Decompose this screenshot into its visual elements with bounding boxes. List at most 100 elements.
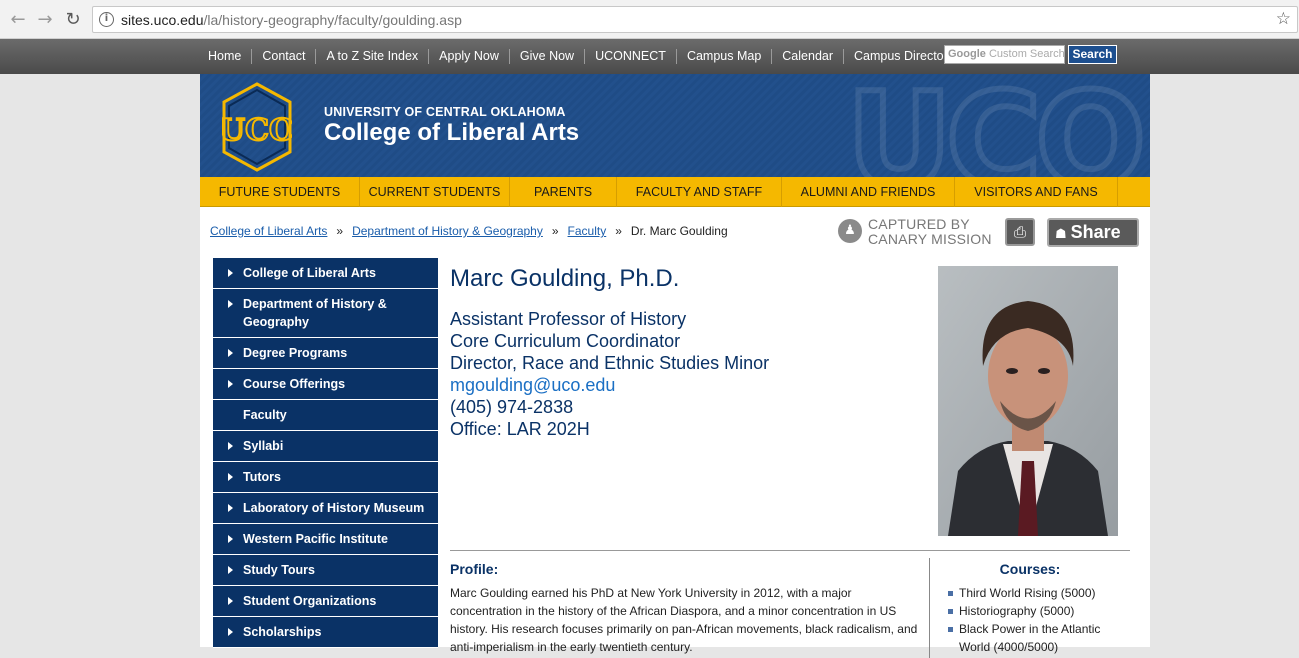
sidebar-item-faculty[interactable]: Faculty (213, 400, 438, 431)
topnav-link-uconnect[interactable]: UCONNECT (585, 49, 677, 64)
chevron-right-icon (228, 628, 233, 636)
office-location: Office: LAR 202H (450, 419, 590, 439)
courses-list: Third World Rising (5000) Historiography … (948, 584, 1128, 656)
faculty-details: Assistant Professor of History Core Curr… (450, 308, 769, 440)
menu-visitors-and-fans[interactable]: VISITORS AND FANS (955, 177, 1118, 207)
info-icon[interactable]: i (99, 12, 114, 27)
url-text[interactable]: sites.uco.edu/la/history-geography/facul… (121, 12, 462, 28)
url-host: sites.uco.edu (121, 12, 204, 28)
sidebar-item-student-organizations[interactable]: Student Organizations (213, 586, 438, 617)
forward-arrow-icon[interactable]: → (35, 10, 55, 30)
audience-menu: FUTURE STUDENTS CURRENT STUDENTS PARENTS FA… (200, 177, 1150, 207)
chevron-right-icon (228, 380, 233, 388)
breadcrumb-link[interactable]: Department of History & Geography (352, 224, 543, 238)
site-search-input[interactable]: Google Custom Search (944, 45, 1065, 64)
people-icon: ☗ (1055, 227, 1067, 242)
sidebar-item-tutors[interactable]: Tutors (213, 462, 438, 493)
breadcrumb: College of Liberal Arts » Department of Hi… (210, 224, 728, 238)
search-button[interactable]: Search (1068, 45, 1117, 64)
faculty-photo (938, 266, 1118, 536)
canary-mission-badge: ♟ CAPTURED BY CANARY MISSION (838, 216, 993, 247)
search-placeholder: Custom Search (988, 48, 1065, 60)
sidebar-item-laboratory-of-history-museum[interactable]: Laboratory of History Museum (213, 493, 438, 524)
chevron-right-icon (228, 566, 233, 574)
sidebar-item-label: Western Pacific Institute (243, 532, 388, 546)
utility-nav: Home Contact A to Z Site Index Apply Now Giv… (198, 39, 964, 74)
chevron-right-icon (228, 504, 233, 512)
breadcrumb-separator: » (336, 224, 344, 238)
sidebar-item-label: Degree Programs (243, 346, 348, 360)
google-brand: Google (948, 48, 986, 60)
chevron-right-icon (228, 597, 233, 605)
sidebar-item-label: Course Offerings (243, 377, 346, 391)
sidebar-item-label: Scholarships (243, 625, 322, 639)
bookmark-star-icon[interactable]: ☆ (1276, 9, 1291, 29)
canary-icon: ♟ (838, 219, 862, 243)
breadcrumb-link[interactable]: College of Liberal Arts (210, 224, 327, 238)
breadcrumb-current: Dr. Marc Goulding (630, 224, 728, 238)
phone-number: (405) 974-2838 (450, 397, 574, 417)
chevron-right-icon (228, 300, 233, 308)
utility-bar: Home Contact A to Z Site Index Apply Now Giv… (0, 39, 1299, 74)
topnav-link-home[interactable]: Home (198, 49, 253, 64)
sidebar-item-college-of-liberal-arts[interactable]: College of Liberal Arts (213, 258, 438, 289)
sidebar-item-label: Tutors (243, 470, 281, 484)
menu-parents[interactable]: PARENTS (510, 177, 617, 207)
topnav-link-apply-now[interactable]: Apply Now (429, 49, 510, 64)
sidebar-item-department-of-history-geography[interactable]: Department of History & Geography (213, 289, 438, 338)
sidebar-item-degree-programs[interactable]: Degree Programs (213, 338, 438, 369)
course-item: Black Power in the Atlantic World (4000/… (948, 620, 1128, 656)
sidebar-item-study-tours[interactable]: Study Tours (213, 555, 438, 586)
printer-icon: ⎙ (1013, 223, 1026, 241)
canary-line2: CANARY MISSION (868, 231, 992, 247)
canary-line1: CAPTURED BY (868, 216, 970, 232)
browser-toolbar: ← → ↻ i sites.uco.edu/la/history-geograp… (0, 0, 1299, 39)
sidebar-item-scholarships[interactable]: Scholarships (213, 617, 438, 648)
topnav-link-a-to-z-site-index[interactable]: A to Z Site Index (316, 49, 430, 64)
sidebar-item-label: Laboratory of History Museum (243, 501, 425, 515)
menu-future-students[interactable]: FUTURE STUDENTS (200, 177, 360, 207)
share-button[interactable]: ☗ Share (1047, 218, 1139, 247)
chevron-right-icon (228, 535, 233, 543)
faculty-title-2: Core Curriculum Coordinator (450, 331, 681, 351)
sidebar-item-label: College of Liberal Arts (243, 266, 376, 280)
page-content: UCO UCO UNIVERSITY OF CENTRAL OKLAHOMA C… (200, 74, 1150, 658)
menu-alumni-and-friends[interactable]: ALUMNI AND FRIENDS (782, 177, 955, 207)
course-item: Historiography (5000) (948, 602, 1128, 620)
sidebar-item-course-offerings[interactable]: Course Offerings (213, 369, 438, 400)
uco-logo-icon[interactable]: UCO (222, 82, 292, 172)
print-button[interactable]: ⎙ (1005, 218, 1035, 246)
chevron-right-icon (228, 442, 233, 450)
college-name: College of Liberal Arts (324, 119, 580, 146)
topnav-link-calendar[interactable]: Calendar (772, 49, 845, 64)
breadcrumb-separator: » (551, 224, 559, 238)
profile-text: Marc Goulding earned his PhD at New York… (450, 586, 918, 654)
sidebar-item-label: Student Organizations (243, 594, 377, 608)
breadcrumb-separator: » (615, 224, 622, 238)
sidebar-item-label: Syllabi (243, 439, 284, 453)
faculty-title-3: Director, Race and Ethnic Studies Minor (450, 353, 770, 373)
topnav-link-contact[interactable]: Contact (252, 49, 317, 64)
chevron-right-icon (228, 269, 233, 277)
sidebar-item-label: Department of History & Geography (243, 297, 387, 329)
breadcrumb-link[interactable]: Faculty (568, 224, 607, 238)
chevron-right-icon (228, 473, 233, 481)
back-arrow-icon[interactable]: ← (8, 10, 28, 30)
topnav-link-give-now[interactable]: Give Now (510, 49, 586, 64)
address-bar[interactable]: i sites.uco.edu/la/history-geography/fac… (92, 6, 1298, 33)
logo-letters: UCO (222, 113, 292, 148)
email-link[interactable]: mgoulding@uco.edu (450, 374, 769, 396)
profile-heading: Profile: (450, 561, 499, 577)
chevron-right-icon (228, 349, 233, 357)
topnav-link-campus-map[interactable]: Campus Map (677, 49, 773, 64)
course-item: Third World Rising (5000) (948, 584, 1128, 602)
menu-faculty-and-staff[interactable]: FACULTY AND STAFF (617, 177, 782, 207)
reload-icon[interactable]: ↻ (63, 10, 83, 30)
banner-watermark-logo: UCO (844, 74, 1150, 177)
courses-heading: Courses: (999, 561, 1061, 577)
sidebar-item-western-pacific-institute[interactable]: Western Pacific Institute (213, 524, 438, 555)
menu-current-students[interactable]: CURRENT STUDENTS (360, 177, 510, 207)
sidebar-item-syllabi[interactable]: Syllabi (213, 431, 438, 462)
faculty-name: Marc Goulding, Ph.D. (450, 265, 680, 292)
share-label: Share (1070, 222, 1121, 242)
